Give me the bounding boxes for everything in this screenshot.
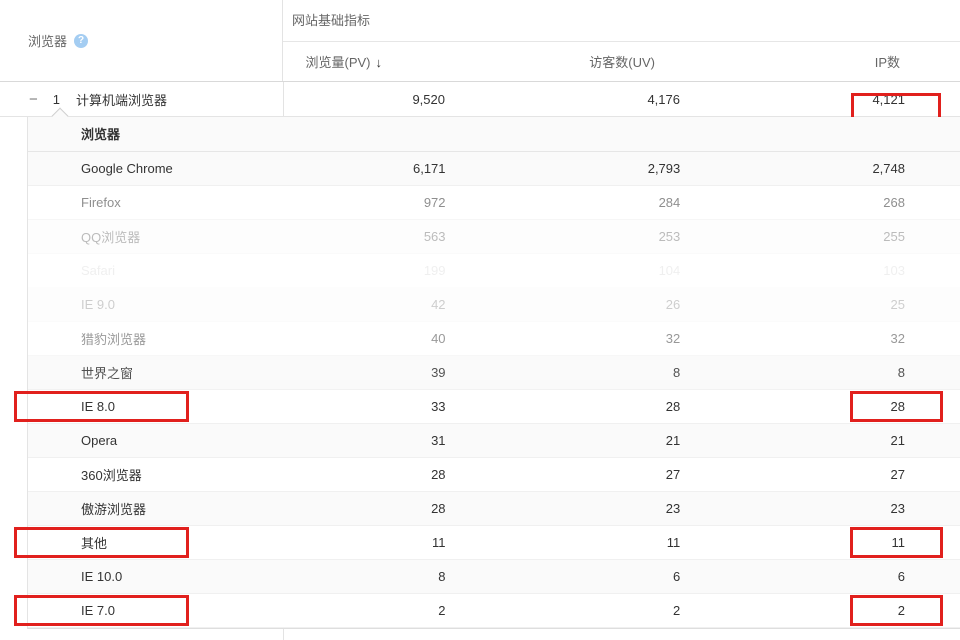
parent-row-label: 计算机端浏览器 xyxy=(76,90,167,109)
ip-value: 103 xyxy=(705,263,960,278)
uv-value: 27 xyxy=(471,467,706,482)
pv-value: 28 xyxy=(284,467,471,482)
table-row[interactable]: 傲游浏览器 28 23 23 xyxy=(28,492,960,526)
highlight-box xyxy=(14,391,189,422)
table-row[interactable]: 其他 11 11 11 xyxy=(28,526,960,560)
pv-value: 2 xyxy=(284,603,471,618)
table-row[interactable]: Firefox 972 284 268 xyxy=(28,186,960,220)
pv-value: 11 xyxy=(284,535,471,550)
browser-label: IE 9.0 xyxy=(28,297,284,312)
subtable-header: 浏览器 xyxy=(28,117,960,152)
expanded-subtable: 浏览器 Google Chrome 6,171 2,793 2,748 Fire… xyxy=(27,117,960,629)
table-header: 浏览器 ? 网站基础指标 浏览量(PV)↓ 访客数(UV) IP数 xyxy=(0,0,960,82)
highlight-box xyxy=(850,527,943,558)
uv-value: 253 xyxy=(471,229,706,244)
uv-value: 21 xyxy=(471,433,706,448)
table-row[interactable]: 猎豹浏览器 40 32 32 xyxy=(28,322,960,356)
table-row[interactable]: 360浏览器 28 27 27 xyxy=(28,458,960,492)
ip-value: 23 xyxy=(705,501,960,516)
pv-value: 972 xyxy=(284,195,471,210)
metric-column-headers: 浏览量(PV)↓ 访客数(UV) IP数 xyxy=(283,42,960,81)
pv-value: 28 xyxy=(284,501,471,516)
ip-value: 27 xyxy=(705,467,960,482)
browser-label: Firefox xyxy=(28,195,284,210)
pv-value: 31 xyxy=(284,433,471,448)
browser-label: 世界之窗 xyxy=(28,363,284,382)
browser-label: IE 10.0 xyxy=(28,569,284,584)
table-row[interactable]: IE 9.0 42 26 25 xyxy=(28,288,960,322)
ip-value: 25 xyxy=(705,297,960,312)
parent-dimension-cell: − 1 计算机端浏览器 xyxy=(0,90,283,109)
pv-value: 6,171 xyxy=(284,161,471,176)
browser-label: 猎豹浏览器 xyxy=(28,329,284,348)
table-row[interactable]: IE 10.0 8 6 6 xyxy=(28,560,960,594)
row-index: 1 xyxy=(53,92,60,107)
table-row[interactable]: QQ浏览器 563 253 255 xyxy=(28,220,960,254)
ip-value: 6 xyxy=(705,569,960,584)
parent-uv-value: 4,176 xyxy=(470,92,705,107)
metrics-group-header: 网站基础指标 xyxy=(283,0,960,42)
pv-value: 33 xyxy=(284,399,471,414)
ip-value: 268 xyxy=(705,195,960,210)
ip-value: 21 xyxy=(705,433,960,448)
column-header-uv[interactable]: 访客数(UV) xyxy=(470,52,705,71)
uv-value: 11 xyxy=(471,535,706,550)
dimension-header-cell: 浏览器 ? xyxy=(0,0,283,81)
browser-label: QQ浏览器 xyxy=(28,227,284,246)
uv-value: 104 xyxy=(471,263,706,278)
dimension-header-label: 浏览器 xyxy=(28,31,67,50)
table-row[interactable]: Safari 199 104 103 xyxy=(28,254,960,288)
uv-value: 32 xyxy=(471,331,706,346)
uv-value: 26 xyxy=(471,297,706,312)
uv-value: 28 xyxy=(471,399,706,414)
uv-value: 23 xyxy=(471,501,706,516)
browser-label: 360浏览器 xyxy=(28,465,284,484)
highlight-box xyxy=(14,595,189,626)
browser-label: Opera xyxy=(28,433,284,448)
uv-value: 2 xyxy=(471,603,706,618)
pv-value: 8 xyxy=(284,569,471,584)
pv-value: 563 xyxy=(284,229,471,244)
ip-value: 2,748 xyxy=(705,161,960,176)
highlight-box xyxy=(850,595,943,626)
ip-value: 8 xyxy=(705,365,960,380)
browser-label: 傲游浏览器 xyxy=(28,499,284,518)
pv-value: 39 xyxy=(284,365,471,380)
sort-desc-icon[interactable]: ↓ xyxy=(376,55,383,70)
browser-rows: Google Chrome 6,171 2,793 2,748 Firefox … xyxy=(28,152,960,628)
pv-value: 42 xyxy=(284,297,471,312)
column-header-ip[interactable]: IP数 xyxy=(705,52,960,71)
parent-pv-value: 9,520 xyxy=(283,92,470,107)
table-row[interactable]: IE 8.0 33 28 28 xyxy=(28,390,960,424)
browser-label: Google Chrome xyxy=(28,161,284,176)
parent-ip-value: 4,121 xyxy=(705,92,960,107)
uv-value: 2,793 xyxy=(471,161,706,176)
table-row-parent[interactable]: − 1 计算机端浏览器 9,520 4,176 4,121 xyxy=(0,82,960,117)
help-icon[interactable]: ? xyxy=(74,34,88,48)
table-row[interactable]: Google Chrome 6,171 2,793 2,748 xyxy=(28,152,960,186)
table-row[interactable]: Opera 31 21 21 xyxy=(28,424,960,458)
pv-value: 199 xyxy=(284,263,471,278)
uv-value: 284 xyxy=(471,195,706,210)
collapse-toggle-icon[interactable]: − xyxy=(29,92,38,107)
highlight-box xyxy=(14,527,189,558)
ip-value: 255 xyxy=(705,229,960,244)
uv-value: 8 xyxy=(471,365,706,380)
pv-value: 40 xyxy=(284,331,471,346)
table-row[interactable]: IE 7.0 2 2 2 xyxy=(28,594,960,628)
highlight-box xyxy=(850,391,943,422)
uv-value: 6 xyxy=(471,569,706,584)
column-header-pv[interactable]: 浏览量(PV)↓ xyxy=(283,52,470,71)
table-row[interactable]: 世界之窗 39 8 8 xyxy=(28,356,960,390)
metrics-header: 网站基础指标 浏览量(PV)↓ 访客数(UV) IP数 xyxy=(283,0,960,81)
ip-value: 32 xyxy=(705,331,960,346)
browser-label: Safari xyxy=(28,263,284,278)
